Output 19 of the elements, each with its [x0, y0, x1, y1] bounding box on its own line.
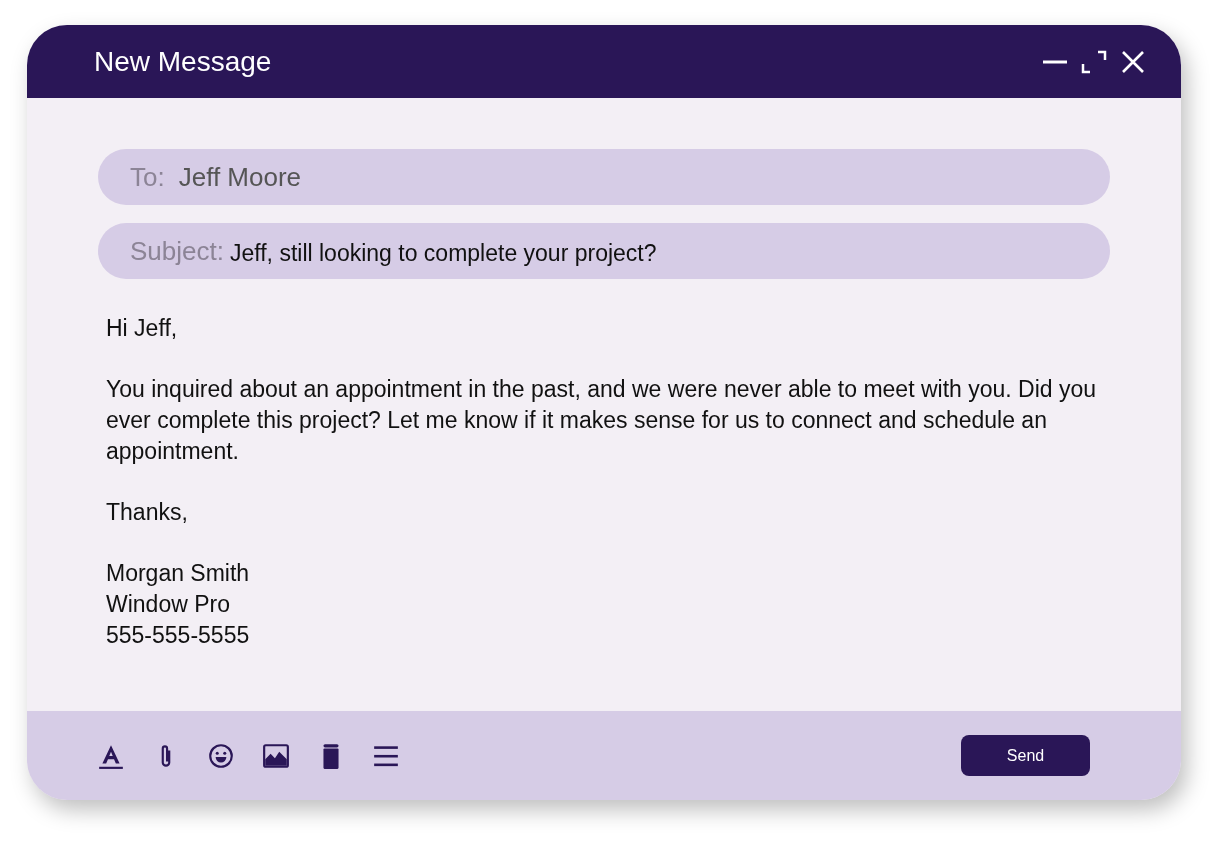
field-value: Jeff Moore	[178, 161, 302, 193]
field-value: Jeff, still looking to complete your project?	[229, 239, 657, 267]
subject-field[interactable]: Subject: Jeff, still looking to complete your project?	[98, 223, 1110, 279]
field-label: Subject:	[130, 235, 224, 267]
close-icon[interactable]	[1121, 49, 1145, 74]
send-button[interactable]: Send	[961, 735, 1090, 776]
recipient-field[interactable]: To: Jeff Moore	[98, 149, 1110, 205]
body-paragraph: Hi Jeff,	[106, 314, 179, 343]
smiley-icon[interactable]	[207, 741, 235, 770]
minimize-icon[interactable]	[1043, 59, 1067, 64]
window-title: New Message	[94, 45, 273, 78]
signature-line: 555-555-5555	[106, 621, 251, 650]
signature-line: Window Pro	[106, 590, 231, 619]
body-paragraph: You inquired about an appointment in the past, and we were never able to meet with you. Did you ever complete this project? Let me know if it makes sense for us to connect and schedule an appointment.	[106, 375, 1098, 466]
field-label: To:	[130, 161, 165, 193]
maximize-icon[interactable]	[1081, 49, 1107, 74]
image-icon[interactable]	[262, 741, 290, 770]
body-paragraph: Thanks,	[106, 498, 189, 527]
signature-line: Morgan Smith	[106, 559, 251, 588]
